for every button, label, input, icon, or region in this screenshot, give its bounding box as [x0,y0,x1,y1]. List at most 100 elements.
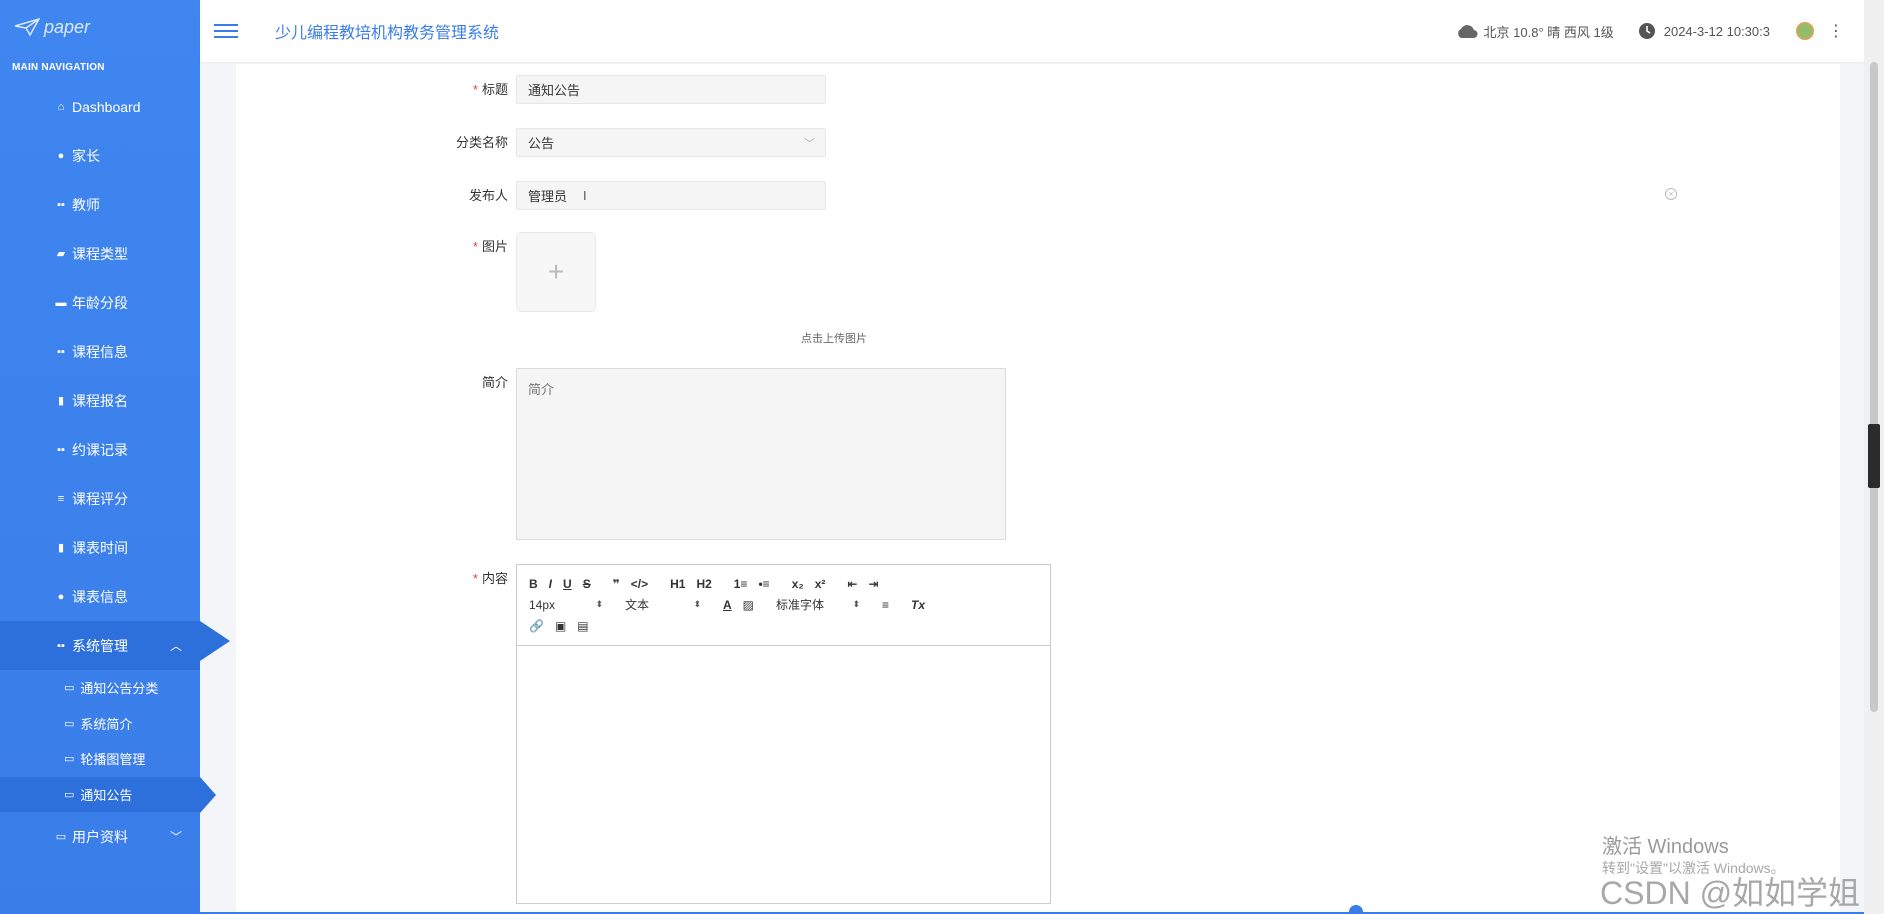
grid-icon: ▪▪ [57,198,65,211]
sidebar-item-label: 约课记录 [72,441,128,458]
category-label: 分类名称 [455,135,508,150]
sidebar-item-course-types[interactable]: ▰ 课程类型 [0,229,200,278]
form-row-intro: 简介 [236,368,1006,540]
underline-button[interactable]: U [563,577,572,591]
weather-widget: 北京 10.8° 晴 西风 1级 [1456,22,1614,41]
image-icon[interactable]: ▣ [555,619,566,633]
sidebar-item-parents[interactable]: ● 家长 [0,131,200,180]
folder-icon: ▭ [64,717,75,730]
font-color-icon[interactable]: A [723,598,732,612]
sidebar-item-label: 课程报名 [72,392,128,409]
menu-toggle-icon[interactable] [214,24,238,38]
clipboard-icon: ▮ [57,542,65,554]
page-scrollbar[interactable] [1864,0,1884,914]
sidebar-item-schedule-info[interactable]: ● 课表信息 [0,572,200,621]
more-vertical-icon[interactable]: ⋮ [1828,21,1844,41]
strike-button[interactable]: S [583,577,591,591]
sidebar-subitem-label: 轮播图管理 [80,752,146,768]
datetime-text: 2024-3-12 10:30:3 [1663,23,1770,39]
publisher-input[interactable]: 管理员 I [516,181,826,210]
subscript-button[interactable]: x₂ [792,577,804,591]
home-icon: ⌂ [57,100,65,113]
title-label: * 标题 [472,82,508,97]
editor-toolbar: B I U S ❞ </> H1 H2 1≡ •≡ x₂ x² ⇤ ⇥ 14px… [517,565,1050,646]
sidebar-item-label: 年龄分段 [72,294,128,311]
sidebar-item-booking-records[interactable]: ▪▪ 约课记录 [0,425,200,474]
sidebar-item-course-info[interactable]: ▪▪ 课程信息 [0,327,200,376]
paper-plane-icon [14,18,40,36]
clear-format-button[interactable]: Tx [911,598,925,612]
code-button[interactable]: </> [631,577,648,591]
sidebar-item-label: 课程信息 [72,343,128,360]
sidebar-subitem-notice-category[interactable]: ▭ 通知公告分类 [0,670,200,706]
sidebar-subitem-system-intro[interactable]: ▭ 系统简介 [0,706,200,742]
sidebar-subitem-notice[interactable]: ▭ 通知公告 [0,776,216,812]
bar-chart-icon: ▮ [57,395,65,407]
title-input[interactable]: 通知公告 [516,75,826,104]
form-row-category: 分类名称 公告 ﹀ [236,128,826,158]
logo-text: paper [44,16,91,37]
bottom-progress-dot [1349,905,1363,914]
intro-label: 简介 [481,375,508,390]
intro-textarea[interactable] [516,368,1006,540]
sidebar-subitem-label: 通知公告 [80,787,133,803]
sidebar-subitem-carousel[interactable]: ▭ 轮播图管理 [0,741,200,777]
scrollbar-marker [1868,424,1880,488]
format-select[interactable]: 文本 ⬍ [625,596,701,613]
blockquote-button[interactable]: ❞ [613,577,620,591]
nav-title: MAIN NAVIGATION [12,62,105,73]
h2-button[interactable]: H2 [696,577,711,591]
top-header: 少儿编程教培机构教务管理系统 北京 10.8° 晴 西风 1级 2024-3-1… [200,0,1864,62]
image-upload-button[interactable]: + [516,232,596,312]
sidebar-item-label: 课程评分 [72,490,128,507]
list-icon: ≡ [57,492,65,505]
sidebar-item-label: 课表信息 [72,588,128,605]
form-row-image: * 图片 + [236,232,596,312]
link-icon[interactable]: 🔗 [529,619,544,633]
map-pin-icon: ● [57,149,65,162]
sidebar-item-label: 课表时间 [72,539,128,556]
sidebar-item-label: 教师 [72,196,100,213]
superscript-button[interactable]: x² [815,577,826,591]
bullet-list-button[interactable]: •≡ [758,577,769,591]
sidebar-item-label: Dashboard [72,98,141,115]
grid-icon: ▪▪ [57,345,65,358]
logo[interactable]: paper [0,0,200,54]
sidebar: paper MAIN NAVIGATION ⌂ Dashboard ● 家长 ▪▪ 教… [0,0,230,914]
background-color-icon[interactable]: ▨ [743,598,754,612]
category-select[interactable]: 公告 ﹀ [516,128,826,157]
indent-button[interactable]: ⇥ [868,577,878,591]
font-size-select[interactable]: 14px ⬍ [529,598,603,612]
sidebar-item-course-ratings[interactable]: ≡ 课程评分 [0,474,200,523]
bold-button[interactable]: B [529,577,538,591]
sidebar-item-dashboard[interactable]: ⌂ Dashboard [0,82,200,131]
align-icon[interactable]: ≡ [882,598,889,612]
sidebar-item-system-management[interactable]: ▪▪ 系统管理 ︿ [0,621,230,670]
sidebar-item-user-profile[interactable]: ▭ 用户资料 ﹀ [0,812,200,861]
chevron-down-icon: ﹀ [804,137,815,150]
italic-button[interactable]: I [549,577,552,591]
clear-icon[interactable]: × [1665,188,1677,200]
updown-icon: ⬍ [595,599,603,609]
outdent-button[interactable]: ⇤ [847,577,857,591]
video-icon[interactable]: ▤ [577,619,588,633]
updown-icon: ⬍ [852,599,861,609]
folder-icon: ▭ [64,682,75,695]
sidebar-item-label: 系统管理 [72,637,128,654]
updown-icon: ⬍ [693,599,701,609]
sidebar-item-age-groups[interactable]: ▬ 年龄分段 [0,278,200,327]
weather-text: 北京 10.8° 晴 西风 1级 [1483,24,1614,40]
ordered-list-button[interactable]: 1≡ [734,577,748,591]
form-row-content: *内容 B I U S ❞ </> H1 H2 1≡ •≡ x₂ x² ⇤ ⇥ [236,564,1051,904]
csdn-watermark: CSDN @如如学姐 [1600,875,1861,911]
h1-button[interactable]: H1 [670,577,685,591]
editor-content-area[interactable] [517,646,1050,904]
sidebar-item-teachers[interactable]: ▪▪ 教师 [0,180,200,229]
font-family-select[interactable]: 标准字体 ⬍ [776,596,860,613]
avatar[interactable] [1796,22,1814,40]
scrollbar-thumb[interactable] [1870,62,1878,712]
form-panel: * 标题 通知公告 分类名称 公告 ﹀ 发布人 管理员 I × * 图片 + 点击上传图… [236,64,1840,914]
sidebar-item-label: 家长 [72,147,100,164]
sidebar-item-course-enroll[interactable]: ▮ 课程报名 [0,376,200,425]
sidebar-item-schedule-time[interactable]: ▮ 课表时间 [0,523,200,572]
